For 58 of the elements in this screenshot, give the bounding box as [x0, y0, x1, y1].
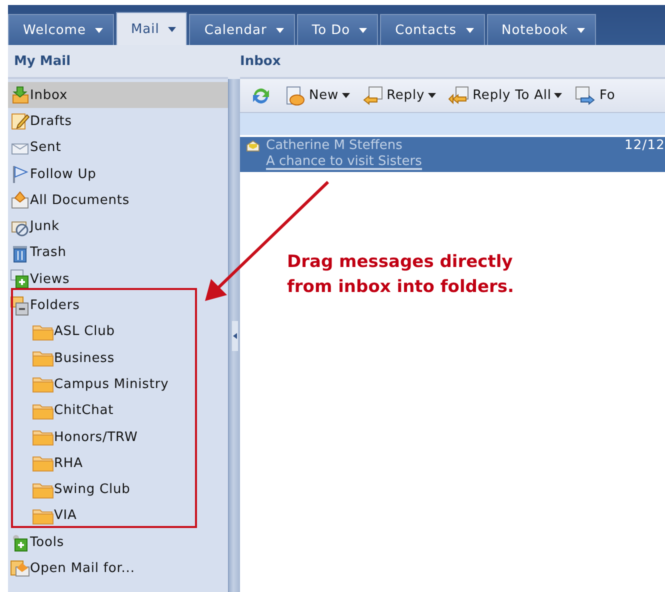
- caret-icon: [554, 93, 562, 98]
- folder-item[interactable]: Honors/TRW: [8, 424, 228, 450]
- folder-item[interactable]: ASL Club: [8, 318, 228, 345]
- nav-tab[interactable]: Calendar: [189, 14, 295, 45]
- drafts-icon: [10, 111, 30, 132]
- nav-item[interactable]: Folders: [8, 292, 228, 319]
- caret-icon: [168, 26, 176, 32]
- folder-item[interactable]: VIA: [8, 502, 228, 530]
- folder-item[interactable]: Business: [8, 344, 228, 372]
- menu-button[interactable]: Reply To All: [448, 84, 568, 106]
- documents-icon: [10, 190, 30, 210]
- folder-item[interactable]: ChitChat: [8, 398, 228, 424]
- caret-icon: [359, 28, 368, 32]
- expand-icon[interactable]: [10, 532, 30, 552]
- caret-icon: [428, 93, 436, 98]
- nav-item[interactable]: Junk: [8, 213, 228, 240]
- nav-item[interactable]: All Documents: [8, 187, 228, 214]
- message-date: 12/12: [624, 138, 665, 154]
- caret-icon: [276, 28, 284, 32]
- collapse-icon[interactable]: [10, 296, 30, 316]
- sidebar-title: My Mail: [8, 45, 228, 79]
- caret-icon: [94, 28, 103, 32]
- nav-item[interactable]: Inbox: [8, 82, 228, 108]
- message-sender: Catherine M Steffens: [266, 138, 404, 154]
- reply-all-icon: [448, 84, 470, 106]
- caret-icon: [576, 28, 585, 32]
- annotation-text: Drag messages directly from inbox into folders.: [287, 251, 515, 299]
- menu-button[interactable]: New: [284, 84, 356, 106]
- folder-item[interactable]: Campus Ministry: [8, 371, 228, 398]
- nav-item[interactable]: Follow Up: [8, 160, 228, 188]
- open-mail-icon: [10, 558, 30, 578]
- folder-item[interactable]: RHA: [8, 450, 228, 476]
- nav-item[interactable]: Tools: [8, 529, 228, 556]
- pane-title: Inbox: [240, 45, 665, 79]
- new-message-icon: [284, 84, 306, 106]
- nav-item[interactable]: Sent: [8, 134, 228, 161]
- caret-icon: [466, 28, 474, 32]
- folder-item[interactable]: Swing Club: [8, 476, 228, 503]
- nav-tab[interactable]: Contacts: [380, 14, 484, 45]
- collapse-handle[interactable]: [232, 320, 238, 350]
- nav-item[interactable]: Trash: [8, 240, 228, 266]
- nav-item[interactable]: Open Mail for...: [8, 555, 228, 582]
- caret-icon: [342, 93, 350, 98]
- envelope-icon: [246, 140, 260, 152]
- menu-button[interactable]: Reply: [362, 84, 442, 106]
- message-subject: A chance to visit Sisters: [266, 154, 422, 170]
- message-row[interactable]: Catherine M Steffens A chance to visit Sisters 12/12: [240, 137, 665, 172]
- nav-tab[interactable]: Mail: [116, 12, 188, 45]
- nav-item[interactable]: Drafts: [8, 108, 228, 135]
- expand-icon[interactable]: [10, 269, 30, 290]
- forward-icon: [574, 84, 596, 106]
- nav-item[interactable]: Views: [8, 266, 228, 292]
- reply-icon: [362, 84, 384, 106]
- inbox-icon: [10, 85, 30, 106]
- nav-tab[interactable]: Welcome: [8, 14, 114, 45]
- toolbar-button[interactable]: Fo: [574, 84, 622, 106]
- nav-tab[interactable]: To Do: [296, 14, 378, 45]
- nav-tab[interactable]: Notebook: [486, 14, 596, 45]
